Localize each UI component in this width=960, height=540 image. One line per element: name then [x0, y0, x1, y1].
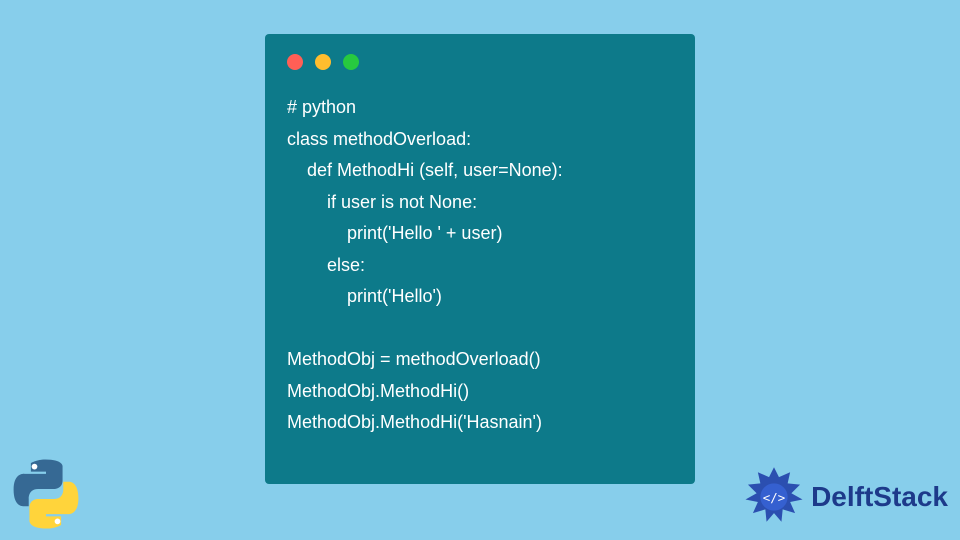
code-window: # python class methodOverload: def Metho…: [265, 34, 695, 484]
python-logo-icon: [10, 458, 82, 530]
delftstack-branding: </> DelftStack: [743, 466, 948, 528]
window-controls: [287, 54, 673, 70]
delftstack-seal-icon: </>: [743, 466, 805, 528]
maximize-icon: [343, 54, 359, 70]
close-icon: [287, 54, 303, 70]
code-content: # python class methodOverload: def Metho…: [287, 92, 673, 439]
minimize-icon: [315, 54, 331, 70]
delftstack-label: DelftStack: [811, 481, 948, 513]
svg-text:</>: </>: [763, 490, 785, 505]
